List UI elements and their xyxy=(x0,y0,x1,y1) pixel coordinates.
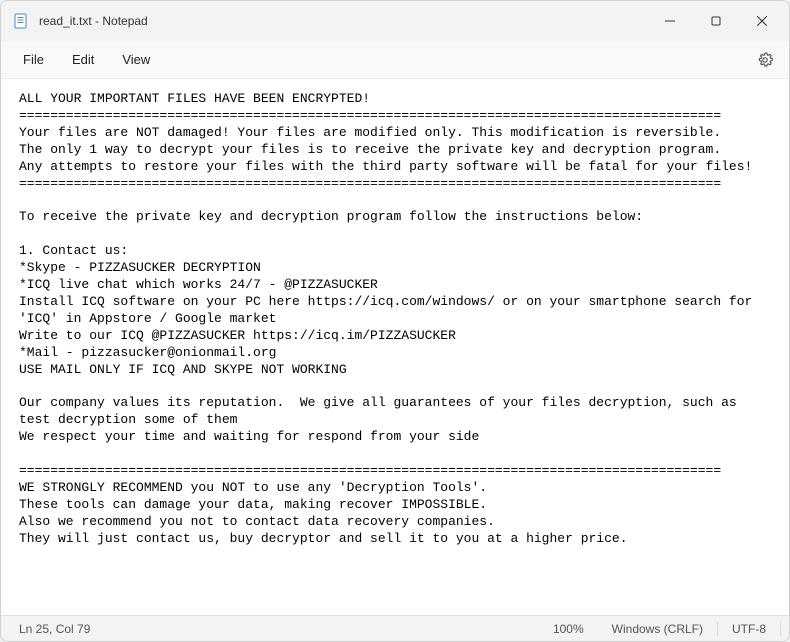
menu-view[interactable]: View xyxy=(108,46,164,73)
notepad-window: read_it.txt - Notepad File Edit View ALL… xyxy=(0,0,790,642)
statusbar: Ln 25, Col 79 100% Windows (CRLF) UTF-8 xyxy=(1,615,789,641)
gear-icon xyxy=(757,52,773,68)
menubar: File Edit View xyxy=(1,41,789,79)
window-controls xyxy=(647,1,785,41)
window-title: read_it.txt - Notepad xyxy=(39,14,647,28)
status-zoom[interactable]: 100% xyxy=(539,622,598,636)
menu-edit[interactable]: Edit xyxy=(58,46,108,73)
maximize-button[interactable] xyxy=(693,1,739,41)
status-encoding: UTF-8 xyxy=(718,622,781,636)
menu-file[interactable]: File xyxy=(9,46,58,73)
settings-button[interactable] xyxy=(749,44,781,76)
close-button[interactable] xyxy=(739,1,785,41)
status-position: Ln 25, Col 79 xyxy=(9,616,104,641)
text-area[interactable]: ALL YOUR IMPORTANT FILES HAVE BEEN ENCRY… xyxy=(1,79,789,615)
notepad-icon xyxy=(13,13,29,29)
minimize-button[interactable] xyxy=(647,1,693,41)
titlebar: read_it.txt - Notepad xyxy=(1,1,789,41)
status-line-ending: Windows (CRLF) xyxy=(598,622,718,636)
